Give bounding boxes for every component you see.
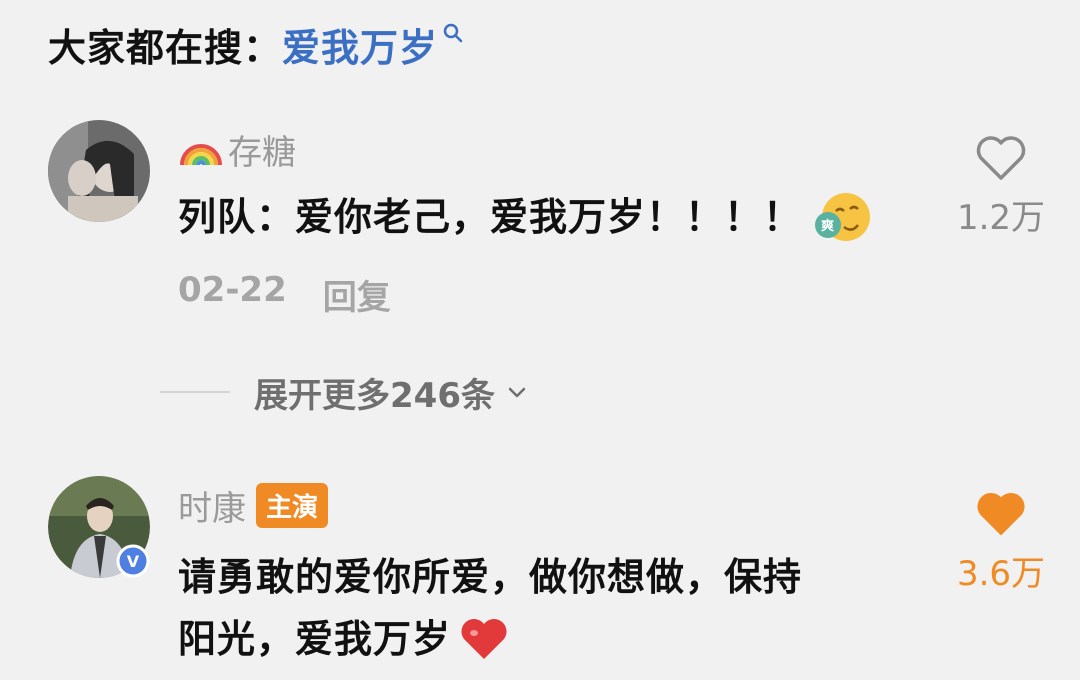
avatar[interactable]	[48, 120, 150, 222]
avatar[interactable]: V	[48, 476, 150, 578]
red-heart-icon	[461, 619, 507, 659]
comment-text: 列队：爱你老己，爱我万岁！！！！ 爽	[178, 186, 872, 248]
comment-body-line2-row: 阳光，爱我万岁	[178, 608, 802, 670]
trending-search-term[interactable]: 爱我万岁	[282, 17, 438, 72]
expand-replies-label[interactable]: 展开更多246条	[254, 368, 495, 417]
comment-username[interactable]: 时康 主演	[178, 480, 329, 530]
heart-filled-icon[interactable]	[974, 490, 1028, 538]
lead-actor-badge: 主演	[256, 482, 329, 528]
comment-username[interactable]: 存糖	[178, 124, 296, 174]
expand-replies[interactable]: 展开更多246条	[160, 362, 527, 422]
comment-text: 请勇敢的爱你所爱，做你想做，保持 阳光，爱我万岁	[178, 546, 802, 670]
like-count: 1.2万	[956, 198, 1046, 238]
rainbow-icon	[180, 144, 222, 166]
trending-search-bar: 大家都在搜： 爱我万岁	[48, 14, 464, 74]
reply-button[interactable]: 回复	[323, 270, 391, 319]
comment-body: 列队：爱你老己，爱我万岁！！！！	[178, 195, 803, 239]
chevron-down-icon[interactable]	[507, 382, 527, 402]
like-button[interactable]: 3.6万	[946, 490, 1056, 595]
relieved-emoji-icon: 爽	[815, 193, 871, 241]
heart-outline-icon[interactable]	[974, 134, 1028, 182]
comment-body-line1: 请勇敢的爱你所爱，做你想做，保持	[178, 555, 803, 599]
like-button[interactable]: 1.2万	[946, 134, 1056, 239]
trending-label: 大家都在搜：	[48, 25, 283, 70]
divider	[160, 391, 230, 393]
comment-date: 02-22	[178, 270, 287, 310]
emoji-badge-label: 爽	[821, 218, 835, 234]
search-icon[interactable]	[442, 22, 464, 44]
svg-text:V: V	[127, 552, 140, 571]
username-text: 时康	[178, 488, 246, 529]
verified-badge-icon: V	[116, 544, 150, 578]
comment-meta: 02-22 回复	[178, 270, 391, 319]
comment-body-line2: 阳光，爱我万岁	[178, 617, 452, 661]
like-count: 3.6万	[956, 554, 1046, 594]
username-text: 存糖	[228, 132, 296, 173]
